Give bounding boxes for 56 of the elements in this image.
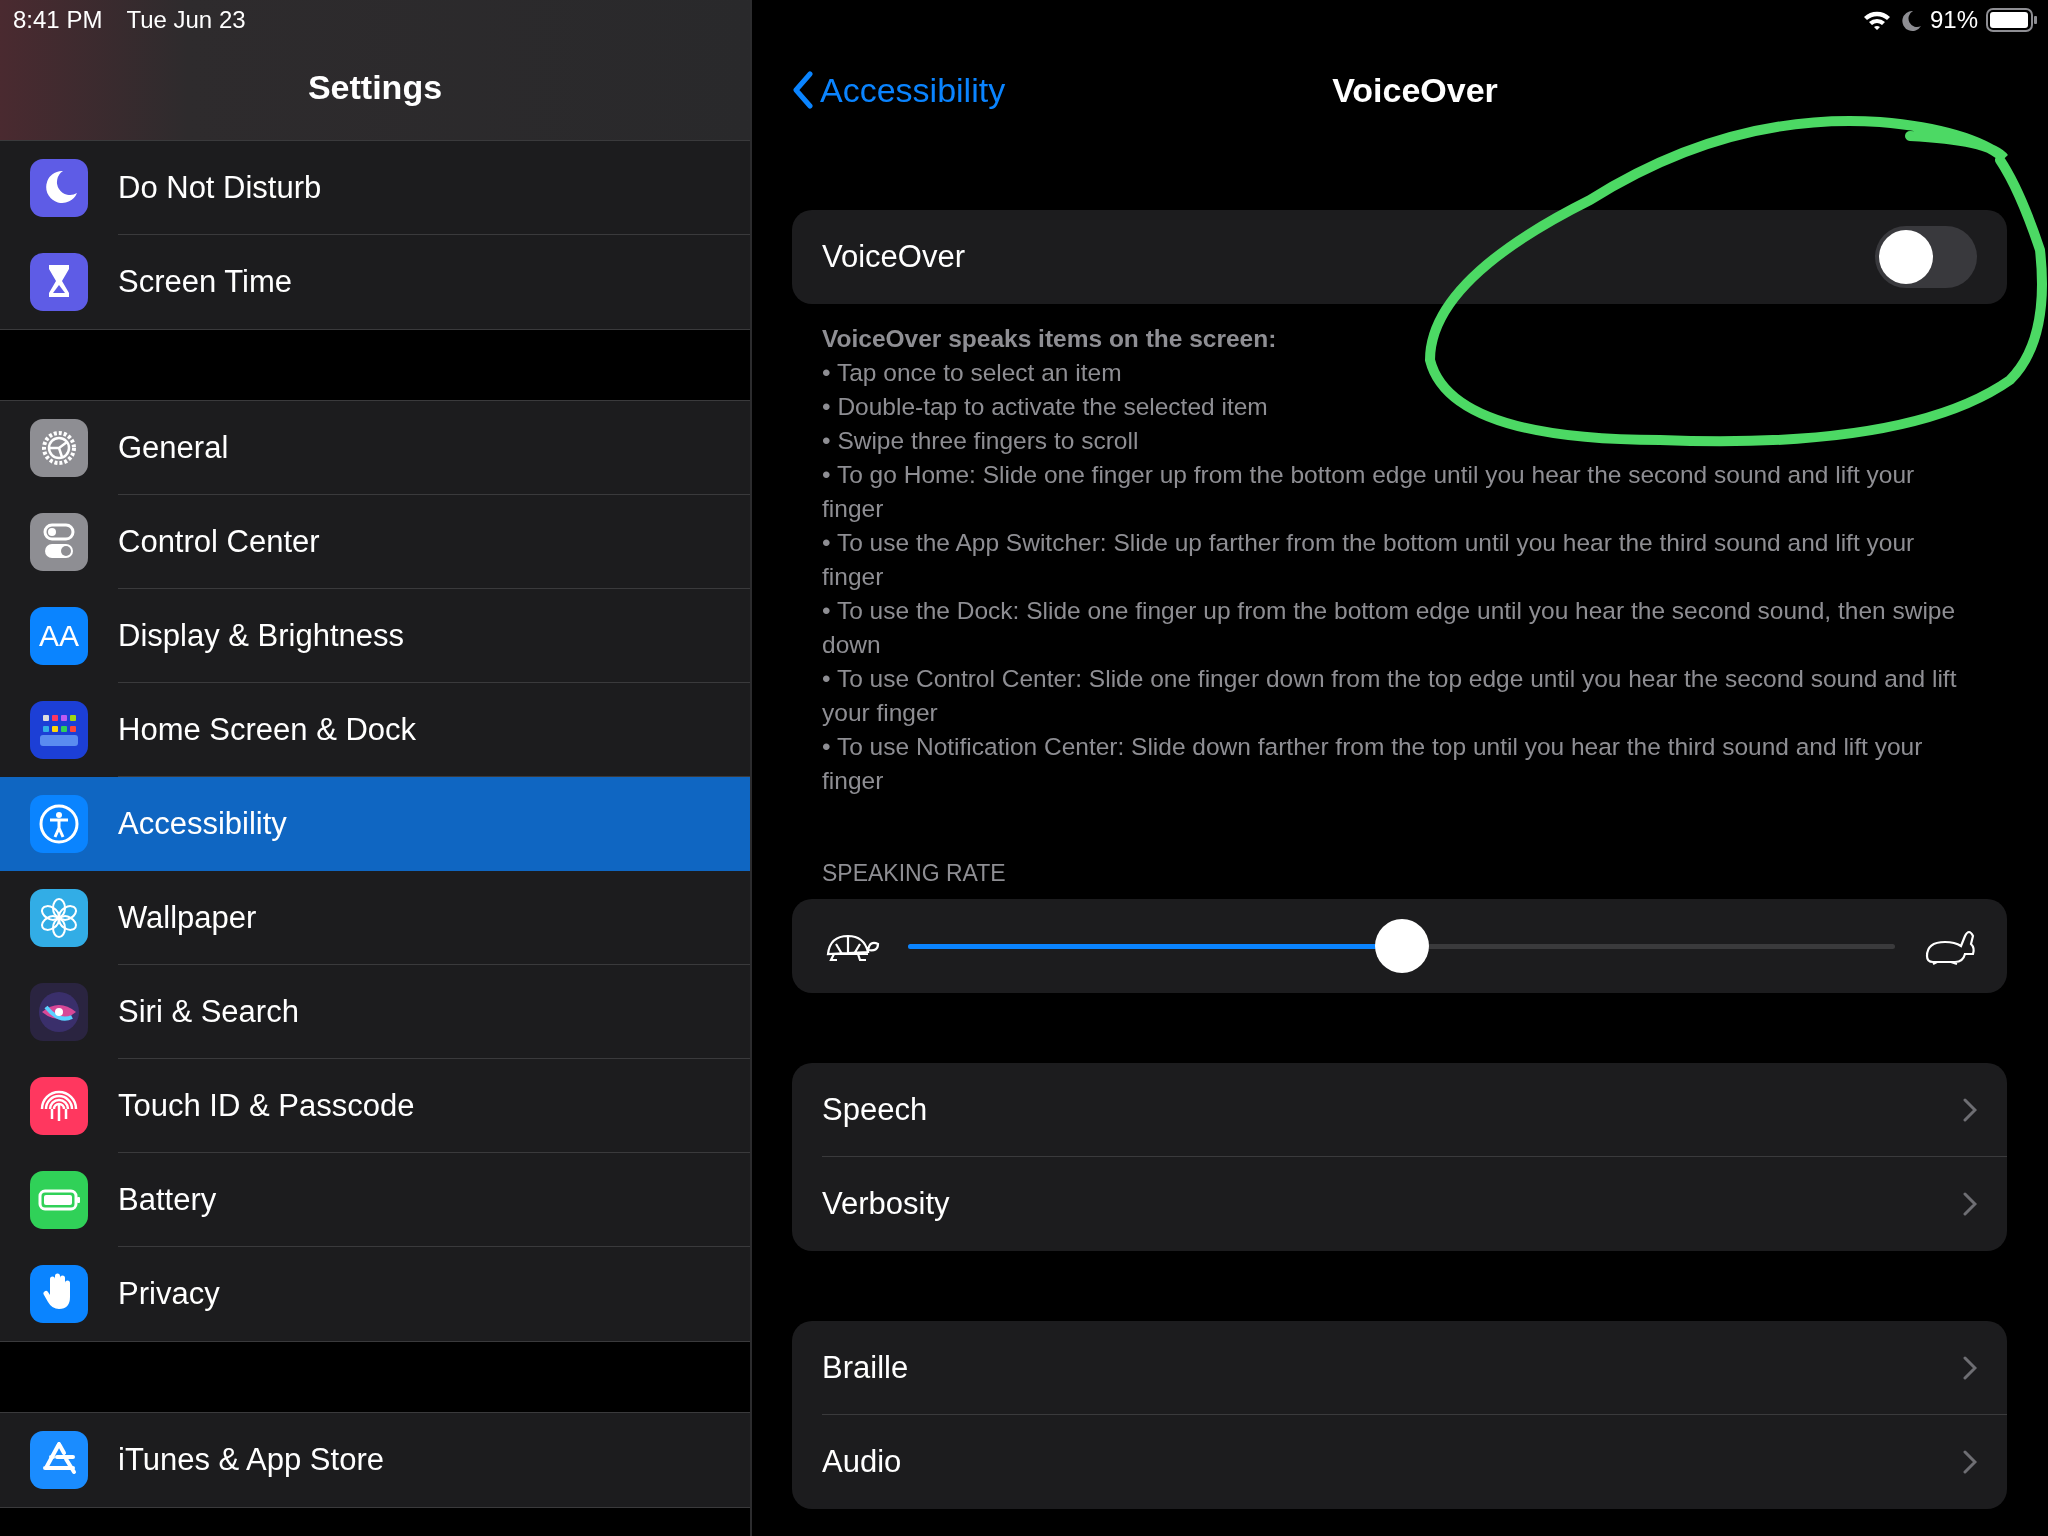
sidebar-item[interactable]: Touch ID & Passcode	[0, 1059, 750, 1153]
gear-icon	[30, 419, 88, 477]
hand-icon	[30, 1265, 88, 1323]
description-item: • To go Home: Slide one finger up from the bottom edge until you hear the second sound and lift your finger	[822, 460, 1916, 524]
status-date: Tue Jun 23	[126, 6, 246, 34]
description-heading: VoiceOver speaks items on the screen:	[822, 325, 1277, 352]
speaking-rate-slider[interactable]	[908, 919, 1895, 973]
battery-icon	[1986, 7, 2038, 33]
description-item: • Tap once to select an item	[822, 358, 1123, 388]
chevron-icon	[1963, 1356, 1977, 1380]
sidebar-item[interactable]: iTunes & App Store	[0, 1413, 750, 1507]
voiceover-label: VoiceOver	[822, 239, 965, 275]
sidebar-item[interactable]: Wallpaper	[0, 871, 750, 965]
battery-percent: 91%	[1929, 6, 1978, 34]
settings-row[interactable]: Braille	[792, 1321, 2007, 1415]
sidebar-title: Settings	[307, 67, 443, 107]
text-size-icon: AA	[30, 607, 88, 665]
description-item: • Double-tap to activate the selected item	[822, 392, 1269, 422]
page-title: VoiceOver	[1332, 70, 1498, 109]
description-item: • To use the Dock: Slide one finger up from the bottom edge until you hear the second sound, then swipe down	[822, 596, 1957, 660]
siri-icon	[30, 983, 88, 1041]
sidebar-item[interactable]: Battery	[0, 1153, 750, 1247]
sidebar-item[interactable]: Accessibility	[0, 777, 750, 871]
fingerprint-icon	[30, 1077, 88, 1135]
moon-icon	[30, 159, 88, 217]
flower-icon	[30, 889, 88, 947]
back-chevron-icon	[792, 71, 814, 109]
sidebar-item[interactable]: General	[0, 401, 750, 495]
description-item: • To use the App Switcher: Slide up farther from the bottom until you hear the third sound and lift your finger	[822, 528, 1916, 592]
hourglass-icon	[30, 253, 88, 311]
sidebar-item[interactable]: Siri & Search	[0, 965, 750, 1059]
description-item: • Swipe three fingers to scroll	[822, 426, 1140, 456]
sidebar-item[interactable]: AA Display & Brightness	[0, 589, 750, 683]
section-header: SPEAKING RATE	[822, 860, 1006, 886]
settings-row[interactable]: Verbosity	[792, 1157, 2007, 1251]
chevron-icon	[1963, 1192, 1977, 1216]
back-button[interactable]: Accessibility	[792, 70, 1006, 110]
settings-row[interactable]: Audio	[792, 1415, 2007, 1509]
chevron-icon	[1963, 1450, 1977, 1474]
description-item: • To use Notification Center: Slide down farther from the top until you hear the third sound and lift your finger	[822, 732, 1924, 796]
grid-icon	[30, 701, 88, 759]
sidebar-item[interactable]: Home Screen & Dock	[0, 683, 750, 777]
appstore-icon	[30, 1431, 88, 1489]
accessibility-icon	[30, 795, 88, 853]
sidebar-item[interactable]: Control Center	[0, 495, 750, 589]
sidebar-item[interactable]: Do Not Disturb	[0, 141, 750, 235]
sidebar-item[interactable]: Privacy	[0, 1247, 750, 1341]
switches-icon	[30, 513, 88, 571]
chevron-icon	[1963, 1098, 1977, 1122]
description-item: • To use Control Center: Slide one finger down from the top edge until you hear the second sound and lift your finger	[822, 664, 1957, 728]
status-time: 8:41 PM	[13, 6, 103, 34]
sidebar-item[interactable]: Screen Time	[0, 235, 750, 329]
battery-icon	[30, 1171, 88, 1229]
moon-icon	[1899, 8, 1922, 32]
slider-thumb[interactable]	[1374, 919, 1429, 973]
settings-row[interactable]: Speech	[792, 1063, 2007, 1157]
